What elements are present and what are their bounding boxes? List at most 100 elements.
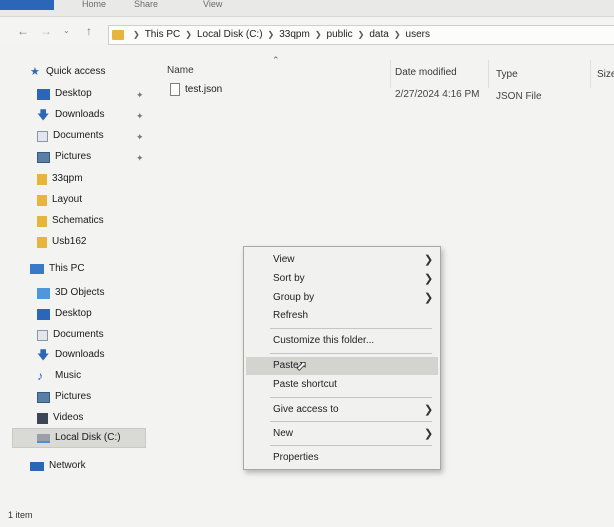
menu-item-new[interactable]: New ❯ bbox=[244, 425, 440, 443]
menu-divider bbox=[270, 397, 432, 398]
chevron-right-icon[interactable]: ❯ bbox=[315, 25, 322, 45]
mouse-pointer-icon: ⬈ bbox=[296, 358, 308, 373]
menu-label: Group by bbox=[273, 292, 315, 303]
chevron-right-icon[interactable]: ❯ bbox=[268, 25, 275, 45]
crumb-this-pc[interactable]: This PC bbox=[145, 25, 181, 45]
nav-item-33qpm[interactable]: 33qpm bbox=[37, 169, 83, 189]
folder-icon bbox=[37, 215, 47, 227]
menu-item-refresh[interactable]: Refresh bbox=[244, 307, 440, 325]
tab-home[interactable]: Home bbox=[82, 0, 106, 10]
folder-icon bbox=[37, 236, 47, 248]
menu-divider bbox=[270, 353, 432, 354]
nav-item-documents[interactable]: Documents bbox=[37, 126, 104, 146]
nav-label: Pictures bbox=[55, 151, 92, 162]
pictures-icon bbox=[37, 151, 50, 163]
crumb-local-disk[interactable]: Local Disk (C:) bbox=[197, 25, 263, 45]
nav-item-music[interactable]: ♪ Music bbox=[37, 366, 81, 386]
menu-label: Properties bbox=[273, 452, 319, 463]
menu-item-group-by[interactable]: Group by ❯ bbox=[244, 289, 440, 307]
nav-item-downloads[interactable]: 🡇 Downloads bbox=[37, 105, 104, 125]
documents-icon bbox=[37, 130, 48, 142]
nav-label: Downloads bbox=[55, 109, 105, 120]
nav-item-pc-documents[interactable]: Documents bbox=[37, 325, 104, 345]
nav-item-videos[interactable]: Videos bbox=[37, 408, 83, 428]
nav-item-desktop[interactable]: Desktop bbox=[37, 84, 92, 104]
pin-icon[interactable]: ✦ bbox=[136, 132, 144, 143]
music-note-icon: ♪ bbox=[37, 368, 43, 383]
chevron-right-icon: ❯ bbox=[424, 404, 434, 416]
pin-icon[interactable]: ✦ bbox=[136, 90, 144, 101]
chevron-right-icon[interactable]: ❯ bbox=[358, 25, 365, 45]
nav-item-pc-desktop[interactable]: Desktop bbox=[37, 304, 92, 324]
nav-this-pc[interactable]: This PC bbox=[30, 259, 85, 279]
nav-label: Layout bbox=[52, 194, 83, 205]
breadcrumb[interactable]: ❯ This PC ❯ Local Disk (C:) ❯ 33qpm ❯ pu… bbox=[108, 25, 430, 45]
sort-ascending-icon: ⌃ bbox=[272, 55, 280, 65]
nav-quick-access[interactable]: ★ Quick access bbox=[30, 62, 105, 82]
pin-icon[interactable]: ✦ bbox=[136, 153, 144, 164]
context-menu: View ❯ Sort by ❯ Group by ❯ Refresh Cust… bbox=[243, 246, 441, 470]
chevron-right-icon[interactable]: ❯ bbox=[185, 25, 192, 45]
menu-item-give-access[interactable]: Give access to ❯ bbox=[244, 401, 440, 419]
nav-label: Desktop bbox=[55, 88, 92, 99]
menu-item-customize-folder[interactable]: Customize this folder... bbox=[244, 332, 440, 350]
nav-item-schematics[interactable]: Schematics bbox=[37, 211, 104, 231]
json-file-icon bbox=[170, 83, 180, 96]
nav-item-local-disk[interactable]: Local Disk (C:) bbox=[37, 428, 121, 448]
menu-label: New bbox=[273, 428, 294, 439]
menu-label: Refresh bbox=[273, 310, 309, 321]
chevron-right-icon: ❯ bbox=[424, 273, 434, 285]
menu-divider bbox=[270, 445, 432, 446]
recent-locations-chevron-icon[interactable]: ⌄ bbox=[63, 24, 70, 38]
crumb-users[interactable]: users bbox=[406, 25, 430, 45]
menu-item-paste[interactable]: Paste ⬈ bbox=[244, 357, 440, 375]
nav-network[interactable]: Network bbox=[30, 456, 86, 476]
chevron-right-icon: ❯ bbox=[424, 292, 434, 304]
nav-label: 3D Objects bbox=[55, 287, 105, 298]
menu-divider bbox=[270, 421, 432, 422]
menu-item-sort-by[interactable]: Sort by ❯ bbox=[244, 270, 440, 288]
menu-item-view[interactable]: View ❯ bbox=[244, 251, 440, 269]
nav-label: Schematics bbox=[52, 215, 104, 226]
nav-label: Desktop bbox=[55, 308, 92, 319]
menu-item-properties[interactable]: Properties bbox=[244, 449, 440, 467]
file-type: JSON File bbox=[496, 91, 542, 102]
nav-item-layout[interactable]: Layout bbox=[37, 190, 82, 210]
nav-label: Documents bbox=[53, 130, 104, 141]
menu-label: Paste shortcut bbox=[273, 379, 337, 390]
folder-icon bbox=[37, 194, 47, 206]
nav-item-3d-objects[interactable]: 3D Objects bbox=[37, 283, 104, 303]
item-count: 1 item bbox=[8, 510, 33, 520]
chevron-right-icon[interactable]: ❯ bbox=[133, 25, 140, 45]
nav-label: Usb162 bbox=[52, 236, 87, 247]
nav-label: Documents bbox=[53, 329, 104, 340]
folder-icon bbox=[37, 173, 47, 185]
table-row[interactable]: test.json 2/27/2024 4:16 PM JSON File bbox=[162, 82, 614, 102]
nav-item-pc-pictures[interactable]: Pictures bbox=[37, 387, 91, 407]
up-arrow-icon[interactable]: ↑ bbox=[86, 24, 92, 38]
crumb-public[interactable]: public bbox=[327, 25, 353, 45]
pin-icon[interactable]: ✦ bbox=[136, 111, 144, 122]
menu-label: Give access to bbox=[273, 404, 339, 415]
crumb-data[interactable]: data bbox=[369, 25, 388, 45]
cube-icon bbox=[37, 287, 50, 299]
chevron-right-icon[interactable]: ❯ bbox=[394, 25, 401, 45]
documents-icon bbox=[37, 329, 48, 341]
star-icon: ★ bbox=[30, 65, 40, 78]
chevron-right-icon: ❯ bbox=[424, 428, 434, 440]
tab-view[interactable]: View bbox=[203, 0, 222, 10]
computer-icon bbox=[30, 264, 44, 274]
nav-item-pc-downloads[interactable]: 🡇 Downloads bbox=[37, 345, 104, 365]
menu-label: Customize this folder... bbox=[273, 335, 375, 346]
folder-icon bbox=[112, 30, 124, 40]
back-arrow-icon[interactable]: ← bbox=[17, 24, 29, 38]
nav-item-pictures[interactable]: Pictures bbox=[37, 147, 91, 167]
menu-item-paste-shortcut[interactable]: Paste shortcut bbox=[244, 376, 440, 394]
nav-label: Videos bbox=[53, 412, 84, 423]
file-tab[interactable] bbox=[0, 0, 54, 10]
forward-arrow-icon[interactable]: → bbox=[40, 24, 52, 38]
nav-item-usb162[interactable]: Usb162 bbox=[37, 232, 86, 252]
crumb-33qpm[interactable]: 33qpm bbox=[279, 25, 310, 45]
tab-share[interactable]: Share bbox=[134, 0, 158, 10]
file-date-modified: 2/27/2024 4:16 PM bbox=[395, 89, 480, 100]
